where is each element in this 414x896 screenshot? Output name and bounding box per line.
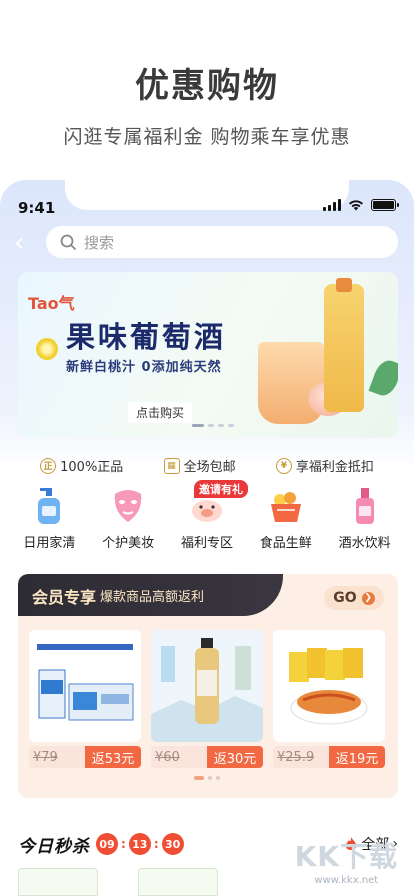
arrow-right-icon: ❯	[361, 591, 375, 605]
yen-coin-icon: ¥	[275, 457, 292, 474]
watermark-url: www.kkx.net	[314, 875, 379, 886]
category-label: 福利专区	[180, 536, 233, 551]
promo-banner[interactable]: Tao气 果味葡萄酒 新鲜白桃汁 0添加纯天然 点击购买	[18, 272, 398, 438]
category-drinks[interactable]: 酒水饮料	[328, 486, 402, 551]
watermark-text: KK下载	[294, 840, 398, 873]
product-card[interactable]: ¥79 返53元	[29, 630, 141, 768]
phone-notch	[65, 180, 349, 210]
banner-buy-button[interactable]: 点击购买	[128, 402, 193, 423]
flash-product-card[interactable]	[18, 868, 98, 896]
wine-bottle-image	[324, 278, 364, 412]
price-row: ¥79 返53元	[29, 746, 141, 768]
promo-subtitle: 闪逛专属福利金 购物乘车享优惠	[63, 126, 351, 148]
flash-sale-title: 今日秒杀	[18, 836, 90, 857]
snack-packs-image	[273, 630, 385, 742]
perk-item: ▦ 全场包邮	[163, 456, 236, 475]
invite-badge: 邀请有礼	[193, 480, 248, 498]
category-welfare[interactable]: 邀请有礼 福利专区	[170, 480, 248, 551]
rebate-amount: 返19元	[329, 746, 385, 768]
timer-separator: :	[153, 837, 159, 851]
lemon-slice-icon	[36, 338, 58, 360]
perk-item: 正 100%正品	[40, 456, 123, 475]
rebate-amount: 返30元	[207, 746, 263, 768]
perks-row: 正 100%正品 ▦ 全场包邮 ¥ 享福利金抵扣	[0, 456, 414, 475]
product-card[interactable]: ¥25.9 返19元	[273, 630, 385, 768]
category-row: 日用家清 个护美妆 邀请有礼 福利专区 食品生鲜 酒水饮料	[0, 480, 414, 551]
member-pagination	[194, 776, 220, 780]
member-title: 会员专享	[32, 588, 97, 607]
category-food[interactable]: 食品生鲜	[249, 486, 323, 551]
member-products: ¥79 返53元 ¥60 返30元 ¥25.9 返19元	[29, 630, 385, 768]
category-daily[interactable]: 日用家清	[12, 486, 86, 551]
page: 优惠购物 闪逛专属福利金 购物乘车享优惠 9:41 ‹ 搜索 Tao气 果味葡萄…	[0, 0, 414, 896]
search-bar[interactable]: 搜索	[46, 226, 398, 258]
original-price: ¥60	[151, 746, 207, 768]
timer-minutes: 13	[128, 833, 151, 855]
banner-subtitle: 新鲜白桃汁 0添加纯天然	[66, 360, 222, 375]
member-header: 会员专享 爆款商品高额返利	[18, 574, 283, 616]
banner-logo: Tao气	[28, 294, 75, 313]
face-mask-icon	[108, 486, 148, 526]
perk-label: 全场包邮	[183, 460, 236, 475]
perk-item: ¥ 享福利金抵扣	[275, 456, 374, 475]
search-icon	[60, 234, 76, 250]
timer-hours: 09	[96, 833, 118, 855]
member-section: 会员专享 爆款商品高额返利 GO ❯ ¥79 返53元 ¥60 返30元 ¥25…	[18, 574, 398, 798]
timer-seconds: 30	[161, 833, 184, 855]
yuan-coin-icon: 正	[40, 457, 57, 474]
original-price: ¥25.9	[273, 746, 329, 768]
milk-carton-image	[29, 630, 141, 742]
signal-icon	[323, 199, 341, 211]
timer-separator: :	[121, 837, 126, 851]
fruit-basket-icon	[266, 486, 306, 526]
perk-label: 100%正品	[60, 460, 124, 475]
status-icons	[323, 199, 399, 211]
member-go-button[interactable]: GO ❯	[324, 586, 384, 610]
package-icon: ▦	[163, 457, 180, 474]
category-label: 酒水饮料	[338, 536, 391, 551]
battery-icon	[371, 199, 399, 211]
price-row: ¥60 返30元	[151, 746, 263, 768]
wifi-icon	[349, 200, 363, 211]
flash-product-card[interactable]	[138, 868, 218, 896]
search-placeholder: 搜索	[84, 233, 115, 252]
status-time: 9:41	[18, 199, 56, 217]
original-price: ¥79	[29, 746, 85, 768]
category-label: 食品生鲜	[259, 536, 312, 551]
category-label: 个护美妆	[102, 536, 155, 551]
watermark: KK下载 www.kkx.net	[295, 835, 398, 886]
banner-pagination	[192, 424, 234, 427]
promo-title: 优惠购物	[135, 66, 279, 106]
go-label: GO	[333, 590, 357, 606]
member-subtitle: 爆款商品高额返利	[100, 590, 205, 605]
lotion-bottle-icon	[29, 486, 69, 526]
rebate-amount: 返53元	[85, 746, 141, 768]
category-beauty[interactable]: 个护美妆	[91, 486, 165, 551]
price-row: ¥25.9 返19元	[273, 746, 385, 768]
banner-title: 果味葡萄酒	[66, 320, 227, 354]
tea-bottle-image	[151, 630, 263, 742]
category-label: 日用家清	[23, 536, 76, 551]
product-card[interactable]: ¥60 返30元	[151, 630, 263, 768]
perk-label: 享福利金抵扣	[295, 460, 374, 475]
liquor-bottle-icon	[345, 486, 385, 526]
countdown-timer: 09 : 13 : 30	[96, 833, 184, 855]
back-chevron-icon[interactable]: ‹	[14, 230, 24, 256]
leaf-decoration	[368, 356, 398, 400]
phone-screen: 9:41 ‹ 搜索 Tao气 果味葡萄酒 新鲜白桃汁 0添加纯天然 点击购买 正…	[0, 180, 414, 896]
